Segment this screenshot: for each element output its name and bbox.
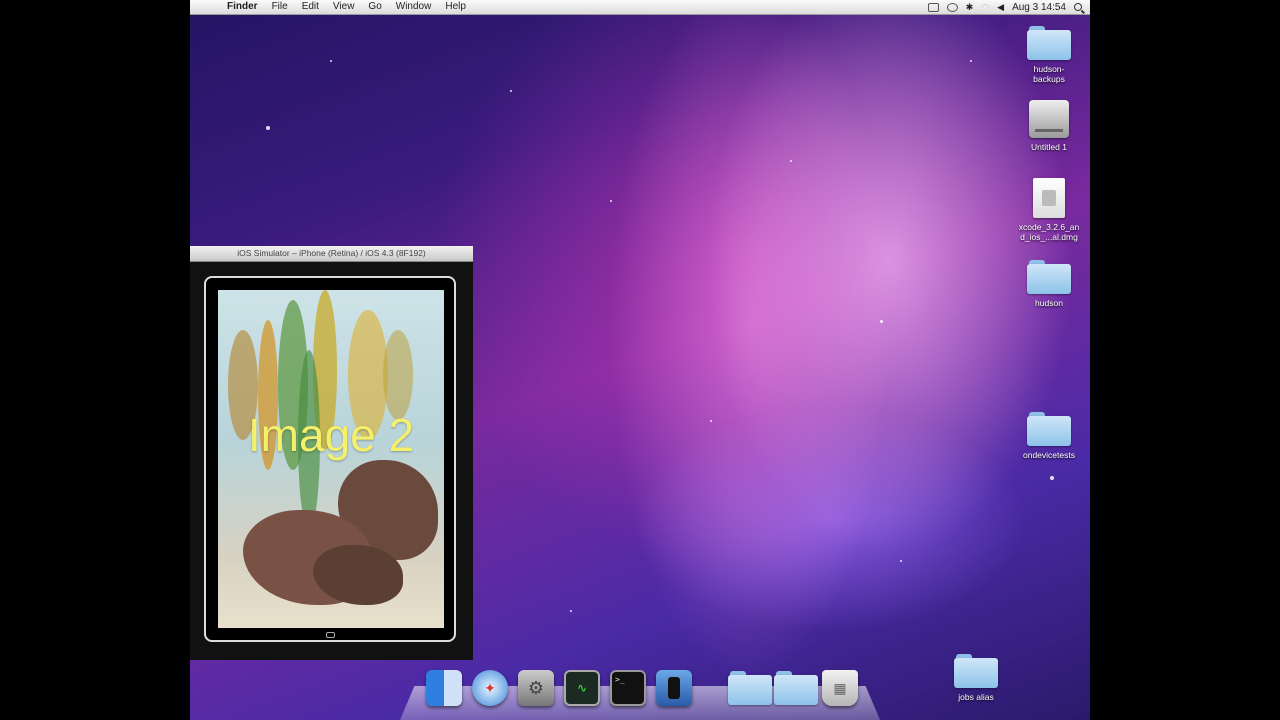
bluetooth-icon[interactable]: ✱: [966, 2, 974, 13]
star: [880, 320, 883, 323]
folder-icon: [1027, 412, 1071, 446]
star: [900, 560, 902, 562]
star: [610, 200, 612, 202]
desktop-item-label: hudson: [1035, 298, 1063, 308]
safari-icon[interactable]: ✦: [472, 670, 508, 706]
documents-folder-icon[interactable]: [774, 670, 818, 706]
screen-sharing-icon[interactable]: [927, 2, 939, 12]
folder-icon: [1027, 260, 1071, 294]
time-machine-icon[interactable]: [946, 2, 958, 12]
menu-go[interactable]: Go: [361, 0, 388, 14]
desktop-item-xcode-dmg[interactable]: xcode_3.2.6_an d_ios_...al.dmg: [1014, 178, 1084, 242]
menu-file[interactable]: File: [265, 0, 295, 14]
iphone-simulator-icon[interactable]: [656, 670, 692, 706]
menu-view[interactable]: View: [326, 0, 362, 14]
menu-help[interactable]: Help: [438, 0, 473, 14]
star: [510, 90, 512, 92]
applications-folder-icon[interactable]: [728, 670, 772, 706]
desktop-item-untitled-1[interactable]: Untitled 1: [1014, 100, 1084, 152]
desktop-item-label: jobs alias: [958, 692, 994, 702]
ios-simulator-window: iOS Simulator – iPhone (Retina) / iOS 4.…: [190, 246, 473, 660]
image-caption: Image 2: [247, 409, 415, 461]
finder-icon[interactable]: [426, 670, 462, 706]
desktop-item-hudson[interactable]: hudson: [1014, 260, 1084, 308]
star: [330, 60, 332, 62]
drive-icon: [1029, 100, 1069, 138]
star: [790, 160, 792, 162]
aquarium-photo[interactable]: Image 2: [218, 290, 444, 628]
desktop-item-label: Untitled 1: [1031, 142, 1067, 152]
menu-edit[interactable]: Edit: [295, 0, 326, 14]
menu-extras: ✱ ◠ ◀ Aug 3 14:54: [927, 2, 1090, 13]
star: [710, 420, 712, 422]
desktop-item-label: hudson- backups: [1033, 64, 1065, 84]
star: [266, 126, 270, 130]
home-button-icon[interactable]: [326, 632, 335, 638]
menu-clock[interactable]: Aug 3 14:54: [1012, 2, 1066, 13]
desktop-item-ondevicetests[interactable]: ondevicetests: [1014, 412, 1084, 460]
star: [970, 60, 972, 62]
desktop-item-jobs-alias[interactable]: jobs alias: [941, 654, 1011, 702]
menu-bar: Finder File Edit View Go Window Help ✱ ◠…: [190, 0, 1090, 15]
menu-app-finder[interactable]: Finder: [220, 0, 265, 14]
dmg-icon: [1033, 178, 1065, 218]
folder-icon: [1027, 26, 1071, 60]
desktop-item-hudson-backups[interactable]: hudson- backups: [1014, 26, 1084, 84]
trash-icon[interactable]: ▦: [822, 670, 858, 706]
menu-window[interactable]: Window: [389, 0, 439, 14]
terminal-icon[interactable]: >_: [610, 670, 646, 706]
system-preferences-icon[interactable]: ⚙: [518, 670, 554, 706]
folder-icon: [954, 654, 998, 688]
wifi-icon[interactable]: ◠: [981, 2, 989, 13]
star: [570, 610, 572, 612]
desktop-item-label: ondevicetests: [1023, 450, 1075, 460]
star: [1050, 476, 1054, 480]
spotlight-search-icon[interactable]: [1074, 3, 1082, 11]
simulator-title-bar[interactable]: iOS Simulator – iPhone (Retina) / iOS 4.…: [190, 246, 473, 262]
activity-monitor-icon[interactable]: ∿: [564, 670, 600, 706]
desktop-item-label: xcode_3.2.6_an d_ios_...al.dmg: [1018, 222, 1080, 242]
iphone-device-frame: Image 2: [204, 276, 456, 642]
desktop: Finder File Edit View Go Window Help ✱ ◠…: [190, 0, 1090, 720]
volume-icon[interactable]: ◀: [997, 2, 1004, 13]
